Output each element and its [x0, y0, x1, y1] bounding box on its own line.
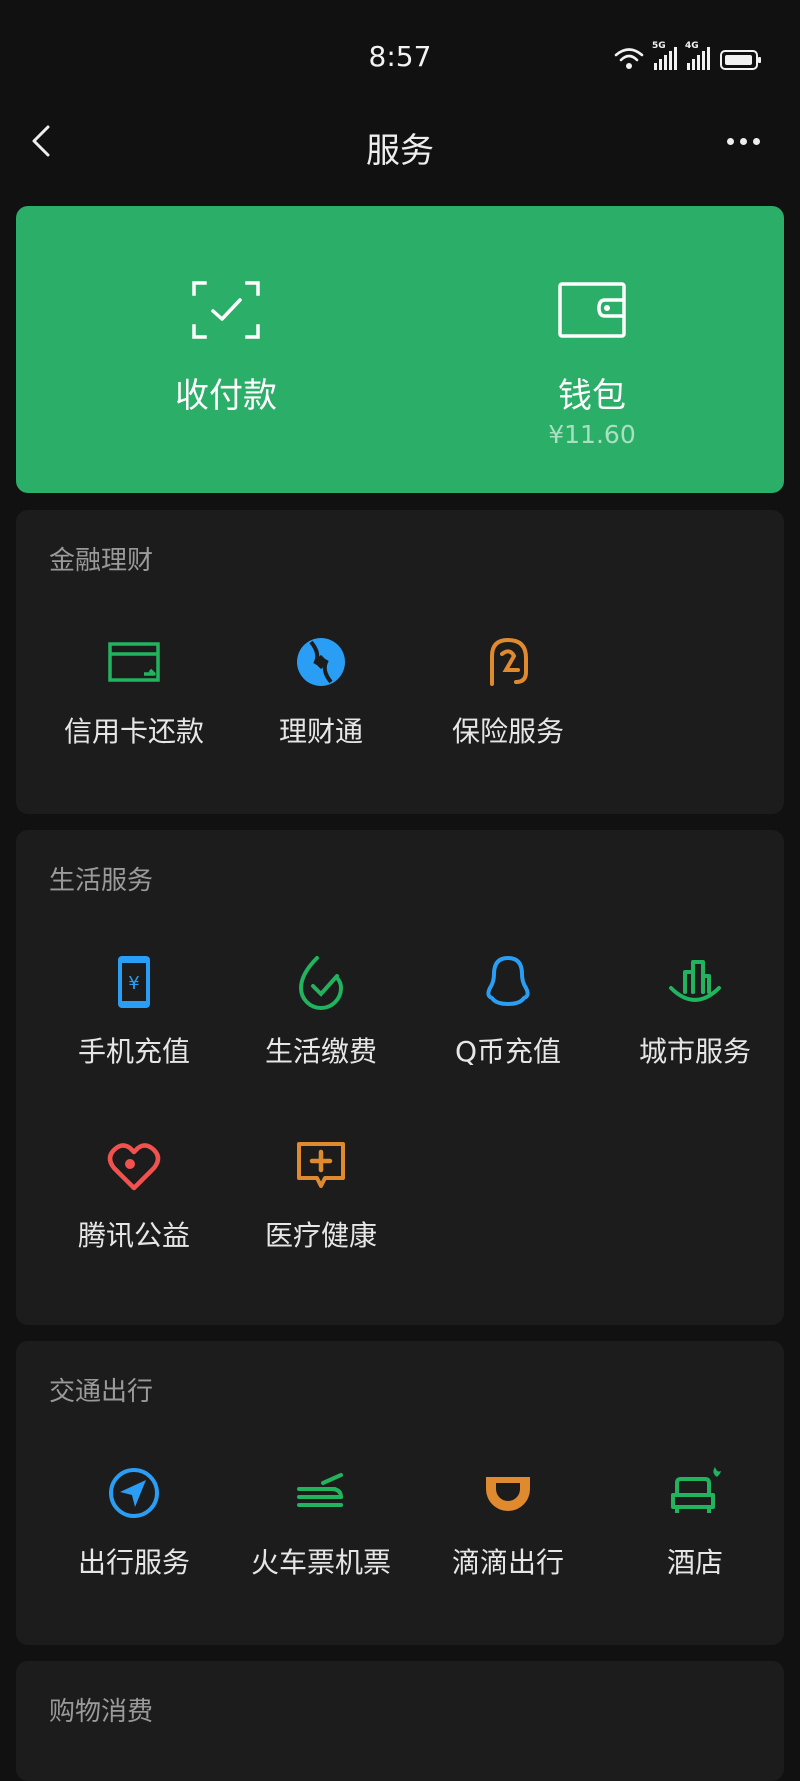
more-dot-icon	[752, 137, 760, 145]
wifi-icon	[614, 48, 644, 69]
signal-4g-icon: 4G	[685, 41, 710, 70]
section-transport: 交通出行 出行服务 火车票机票 滴滴出行 酒店	[16, 1341, 784, 1645]
grid-label: 腾讯公益	[77, 1219, 190, 1252]
grid-label: 生活缴费	[264, 1035, 377, 1068]
wallet-balance: ¥11.60	[548, 420, 636, 449]
section-title: 金融理财	[49, 546, 154, 576]
more-dot-icon	[739, 137, 747, 145]
charity-heart-icon	[107, 1143, 161, 1191]
section-title: 交通出行	[49, 1377, 154, 1407]
section-title: 生活服务	[49, 866, 154, 896]
qq-penguin-icon	[486, 956, 530, 1006]
wealth-icon	[297, 638, 345, 686]
signal-5g-icon: 5G	[652, 41, 677, 70]
grid-label: 酒店	[666, 1546, 723, 1579]
grid-label: 出行服务	[77, 1546, 190, 1579]
grid-label: Q币充值	[454, 1035, 562, 1068]
title-bar: 服务	[0, 105, 800, 180]
wallet-button[interactable]: 钱包 ¥11.60	[442, 206, 742, 493]
navigation-icon	[109, 1468, 159, 1518]
pay-card: 收付款 钱包 ¥11.60	[16, 206, 784, 493]
section-shopping: 购物消费	[16, 1661, 784, 1781]
page-title: 服务	[366, 131, 434, 171]
signal-4g-label: 4G	[685, 41, 699, 51]
grid-label: 手机充值	[77, 1035, 190, 1068]
phone-topup-icon: ¥	[118, 956, 150, 1008]
status-icons: 5G 4G	[614, 41, 761, 70]
receive-pay-label: 收付款	[175, 376, 277, 416]
receive-pay-button[interactable]: 收付款	[76, 206, 376, 493]
medical-icon	[297, 1142, 345, 1188]
train-plane-icon	[297, 1473, 343, 1507]
more-options-button[interactable]	[718, 119, 768, 163]
utility-bill-icon	[298, 956, 344, 1010]
grid-label: 火车票机票	[250, 1546, 391, 1579]
city-service-icon	[669, 960, 721, 1002]
wallet-label: 钱包	[558, 376, 626, 416]
insurance-icon	[490, 637, 528, 686]
grid-label: 医疗健康	[264, 1219, 377, 1252]
battery-icon	[720, 50, 761, 70]
didi-icon	[486, 1477, 530, 1511]
section-life: 生活服务 ¥ 手机充值 生活缴费 Q币充值 城市服务 腾讯公益 医疗健康	[16, 830, 784, 1325]
grid-label: 理财通	[278, 715, 363, 748]
grid-label: 信用卡还款	[63, 715, 204, 748]
grid-label: 保险服务	[451, 715, 564, 748]
status-bar: 8:57 5G 4G	[0, 0, 800, 110]
wallet-icon	[558, 282, 626, 338]
section-title: 购物消费	[49, 1697, 154, 1727]
grid-label: 滴滴出行	[451, 1546, 564, 1579]
hotel-bed-icon	[671, 1467, 721, 1513]
scan-check-icon	[192, 281, 260, 339]
section-finance: 金融理财 信用卡还款 理财通 保险服务	[16, 510, 784, 814]
grid-label: 城市服务	[638, 1035, 751, 1068]
more-dot-icon	[726, 137, 734, 145]
svg-text:¥: ¥	[128, 973, 139, 994]
signal-5g-label: 5G	[652, 41, 666, 51]
credit-card-icon	[108, 642, 160, 682]
